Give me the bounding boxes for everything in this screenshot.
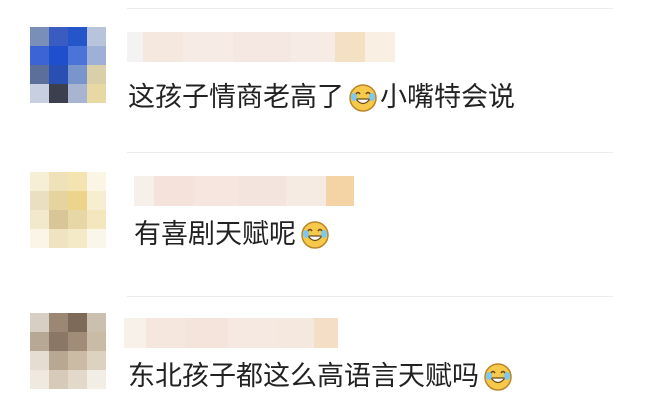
avatar-mosaic-tile xyxy=(49,65,68,84)
avatar-mosaic-tile xyxy=(87,370,106,389)
avatar-mosaic-tile xyxy=(49,370,68,389)
avatar-mosaic-tile xyxy=(30,229,49,248)
avatar-mosaic-tile xyxy=(87,84,106,103)
avatar-mosaic-tile xyxy=(68,27,87,46)
avatar-mosaic-tile xyxy=(30,370,49,389)
divider xyxy=(127,296,613,297)
username-blurred[interactable] xyxy=(124,318,338,348)
avatar-mosaic-tile xyxy=(30,65,49,84)
divider xyxy=(127,152,613,153)
avatar-mosaic-tile xyxy=(49,172,68,191)
avatar-mosaic-tile xyxy=(49,313,68,332)
comment-text: 有喜剧天赋呢 xyxy=(134,218,332,252)
avatar-mosaic-tile xyxy=(30,313,49,332)
avatar-mosaic-tile xyxy=(87,229,106,248)
avatar[interactable] xyxy=(30,172,106,248)
avatar-mosaic-tile xyxy=(30,351,49,370)
avatar-mosaic-tile xyxy=(30,191,49,210)
avatar-mosaic-tile xyxy=(49,46,68,65)
avatar-mosaic-tile xyxy=(68,351,87,370)
laughing-crying-emoji-icon xyxy=(484,363,512,391)
avatar-mosaic-tile xyxy=(49,191,68,210)
avatar-mosaic-tile xyxy=(68,65,87,84)
avatar-mosaic-tile xyxy=(49,210,68,229)
avatar-mosaic-tile xyxy=(30,210,49,229)
avatar-mosaic-tile xyxy=(68,84,87,103)
avatar-mosaic-tile xyxy=(68,229,87,248)
comment-body-after: 小嘴特会说 xyxy=(380,82,515,113)
avatar-mosaic-tile xyxy=(30,84,49,103)
comment-body: 东北孩子都这么高语言天赋吗 xyxy=(128,361,479,392)
comment-text: 东北孩子都这么高语言天赋吗 xyxy=(128,360,515,394)
comment-body: 有喜剧天赋呢 xyxy=(134,219,296,250)
username-blurred[interactable] xyxy=(134,176,354,206)
avatar-mosaic-tile xyxy=(87,172,106,191)
username-blurred[interactable] xyxy=(127,32,395,62)
avatar-mosaic-tile xyxy=(68,210,87,229)
comment-body: 这孩子情商老高了 xyxy=(128,82,344,113)
avatar-mosaic-tile xyxy=(30,332,49,351)
avatar-mosaic-tile xyxy=(49,84,68,103)
avatar-mosaic-tile xyxy=(68,191,87,210)
avatar-mosaic-tile xyxy=(30,27,49,46)
avatar-mosaic-tile xyxy=(87,332,106,351)
comment-list: 这孩子情商老高了 小嘴特会说 有喜剧天赋呢 东北孩子都这么高语言天赋吗 xyxy=(0,0,657,417)
avatar-mosaic-tile xyxy=(68,172,87,191)
avatar[interactable] xyxy=(30,313,106,389)
avatar-mosaic-tile xyxy=(87,313,106,332)
avatar-mosaic-tile xyxy=(87,351,106,370)
divider xyxy=(127,8,613,9)
avatar-mosaic-tile xyxy=(87,46,106,65)
avatar-mosaic-tile xyxy=(68,370,87,389)
avatar-mosaic-tile xyxy=(30,172,49,191)
avatar-mosaic-tile xyxy=(87,65,106,84)
laughing-crying-emoji-icon xyxy=(301,221,329,249)
avatar-mosaic-tile xyxy=(49,351,68,370)
avatar-mosaic-tile xyxy=(68,46,87,65)
avatar-mosaic-tile xyxy=(30,46,49,65)
avatar[interactable] xyxy=(30,27,106,103)
avatar-mosaic-tile xyxy=(87,27,106,46)
avatar-mosaic-tile xyxy=(49,229,68,248)
avatar-mosaic-tile xyxy=(68,313,87,332)
avatar-mosaic-tile xyxy=(49,332,68,351)
avatar-mosaic-tile xyxy=(87,191,106,210)
avatar-mosaic-tile xyxy=(49,27,68,46)
avatar-mosaic-tile xyxy=(87,210,106,229)
comment-text: 这孩子情商老高了 小嘴特会说 xyxy=(128,81,515,115)
laughing-crying-emoji-icon xyxy=(349,84,377,112)
avatar-mosaic-tile xyxy=(68,332,87,351)
